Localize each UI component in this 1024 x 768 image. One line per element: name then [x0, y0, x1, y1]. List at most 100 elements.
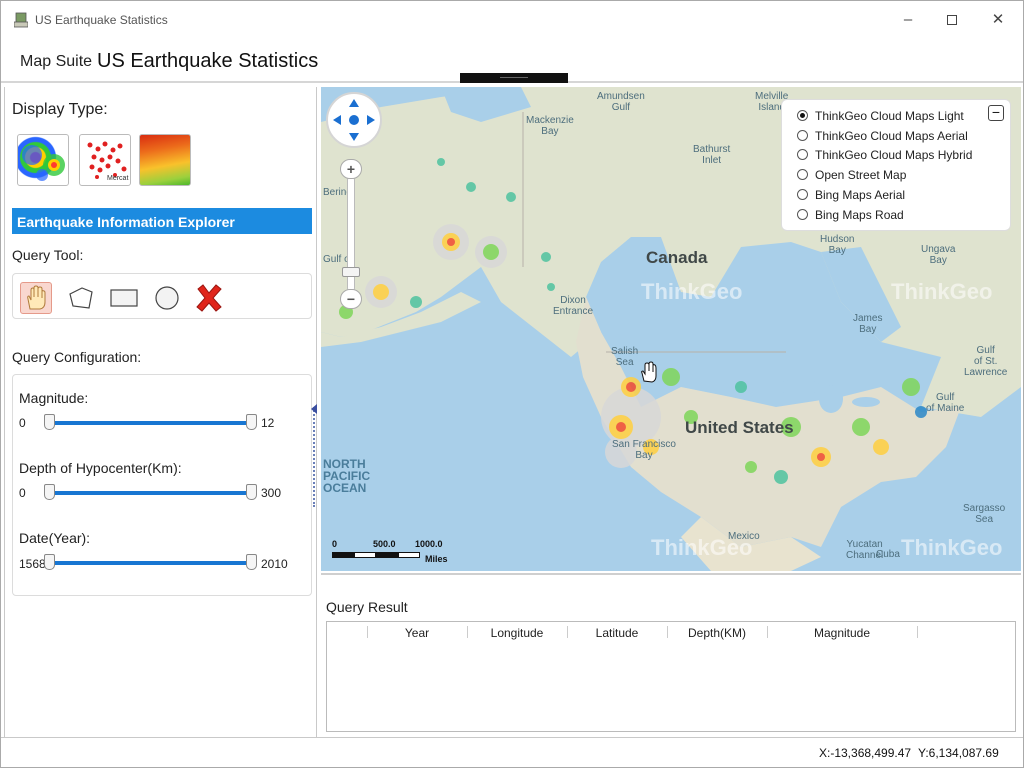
map-label-ungava: Ungava Bay	[921, 244, 956, 266]
collapse-arrow-icon[interactable]	[311, 404, 317, 414]
column-header-year[interactable]: Year	[367, 626, 467, 640]
map-label-us: United States	[685, 418, 794, 437]
map-label-james: James Bay	[853, 313, 883, 335]
zoom-handle[interactable]	[342, 267, 360, 277]
column-header-longitude[interactable]: Longitude	[467, 626, 567, 640]
scale-zero: 0	[332, 539, 338, 549]
header-prefix: Map Suite	[20, 53, 93, 70]
date-slider-track[interactable]	[49, 561, 255, 565]
date-min-handle[interactable]	[44, 554, 55, 570]
map-label-cuba: Cuba	[876, 549, 900, 560]
map-label-canada: Canada	[646, 248, 708, 267]
watermark-thinkgeo: ThinkGeo	[891, 279, 993, 304]
radio-icon[interactable]	[797, 189, 808, 200]
map-label-sf: San Francisco Bay	[612, 439, 676, 461]
layer-option-osm[interactable]: Open Street Map	[797, 168, 906, 182]
layer-option-bing-road[interactable]: Bing Maps Road	[797, 208, 904, 222]
watermark-thinkgeo: ThinkGeo	[651, 535, 753, 560]
display-type-label: Display Type:	[12, 101, 108, 118]
explorer-title-bar: Earthquake Information Explorer	[12, 208, 312, 234]
depth-label: Depth of Hypocenter(Km):	[19, 460, 182, 476]
query-result-title: Query Result	[326, 599, 408, 615]
date-max-handle[interactable]	[246, 554, 257, 570]
map-label-amundsen: Amundsen Gulf	[597, 91, 645, 113]
page-title: US Earthquake Statistics	[97, 50, 319, 72]
column-separator	[917, 626, 918, 638]
polygon-icon	[69, 287, 93, 309]
map-label-dixon: Dixon Entrance	[553, 295, 594, 317]
zoom-control[interactable]: + −	[340, 159, 362, 311]
radio-icon[interactable]	[797, 169, 808, 180]
map-view[interactable]: Amundsen Gulf Melville Island Mackenzie …	[321, 87, 1021, 571]
pan-control[interactable]	[326, 92, 382, 148]
isoline-map-display-button[interactable]	[139, 134, 191, 186]
watermark-thinkgeo: ThinkGeo	[641, 279, 743, 304]
magnitude-min-handle[interactable]	[44, 414, 55, 430]
magnitude-max-handle[interactable]	[246, 414, 257, 430]
app-icon	[14, 12, 28, 28]
depth-min-value: 0	[19, 486, 26, 500]
y-coordinate: Y:6,134,087.69	[918, 746, 999, 760]
pan-arrows-icon	[330, 96, 378, 144]
header-grip-handle[interactable]	[460, 73, 568, 83]
map-label-sargasso: Sargasso Sea	[963, 503, 1006, 525]
scale-segment	[354, 552, 376, 558]
collapse-layers-button[interactable]: −	[988, 105, 1004, 121]
point-map-caption: Mercat	[107, 175, 129, 182]
radio-icon[interactable]	[797, 110, 808, 121]
map-label-salish: Salish Sea	[611, 346, 639, 368]
layer-option-bing-aerial[interactable]: Bing Maps Aerial	[797, 188, 905, 202]
depth-max-value: 300	[261, 486, 282, 500]
heat-map-thumbnail-icon	[22, 145, 65, 181]
zoom-in-button[interactable]: +	[340, 159, 362, 179]
query-toolbar	[12, 273, 312, 319]
column-header-latitude[interactable]: Latitude	[567, 626, 667, 640]
map-label-bathurst: Bathurst Inlet	[693, 144, 731, 166]
magnitude-slider-track[interactable]	[49, 421, 255, 425]
maximize-button[interactable]	[937, 7, 967, 33]
depth-slider-track[interactable]	[49, 491, 255, 495]
polygon-tool-button[interactable]	[65, 282, 97, 314]
map-label-gulf-maine: Gulf of Maine	[926, 392, 965, 414]
radio-icon[interactable]	[797, 149, 808, 160]
column-header-magnitude[interactable]: Magnitude	[767, 626, 917, 640]
minimize-button[interactable]: –	[893, 7, 923, 33]
pan-tool-button[interactable]	[20, 282, 52, 314]
x-coordinate: X:-13,368,499.47	[819, 746, 912, 760]
zoom-out-button[interactable]: −	[340, 289, 362, 309]
map-label-mackenzie: Mackenzie Bay	[526, 115, 574, 137]
layer-option-light[interactable]: ThinkGeo Cloud Maps Light	[797, 109, 964, 123]
close-button[interactable]: ✕	[983, 7, 1013, 33]
scale-segment	[332, 552, 354, 558]
clear-tool-button[interactable]	[193, 282, 225, 314]
maximize-icon	[947, 15, 957, 26]
point-map-display-button[interactable]: Mercat	[79, 134, 131, 186]
depth-min-handle[interactable]	[44, 484, 55, 500]
query-result-panel: Query Result Year Longitude Latitude Dep…	[321, 573, 1021, 737]
app-window: US Earthquake Statistics – ✕ Map Suite U…	[0, 0, 1024, 768]
red-x-icon	[196, 284, 222, 312]
results-table[interactable]: Year Longitude Latitude Depth(KM) Magnit…	[326, 621, 1016, 732]
circle-icon	[155, 286, 179, 310]
column-header-depth[interactable]: Depth(KM)	[667, 626, 767, 640]
panel-splitter[interactable]	[313, 407, 316, 507]
layer-option-hybrid[interactable]: ThinkGeo Cloud Maps Hybrid	[797, 148, 972, 162]
depth-max-handle[interactable]	[246, 484, 257, 500]
scale-bar: 0 500.0 1000.0 Miles	[330, 539, 450, 565]
hand-cursor-icon	[641, 361, 657, 383]
query-config-label: Query Configuration:	[12, 349, 142, 365]
date-label: Date(Year):	[19, 530, 91, 546]
status-bar: X:-13,368,499.47 Y:6,134,087.69	[1, 737, 1023, 767]
map-label-ocean: NORTH PACIFIC OCEAN	[323, 457, 371, 495]
scale-segment	[376, 552, 398, 558]
left-panel: Display Type: Mercat Earthquake Informat…	[4, 87, 317, 737]
app-header: Map Suite US Earthquake Statistics	[1, 39, 1023, 83]
rectangle-tool-button[interactable]	[108, 282, 140, 314]
heat-map-display-button[interactable]	[17, 134, 69, 186]
circle-tool-button[interactable]	[151, 282, 183, 314]
map-label-gulf-st: Gulf of St. Lawrence	[964, 345, 1008, 378]
radio-icon[interactable]	[797, 209, 808, 220]
radio-icon[interactable]	[797, 130, 808, 141]
layer-option-aerial[interactable]: ThinkGeo Cloud Maps Aerial	[797, 129, 968, 143]
scale-mid: 500.0	[373, 539, 396, 549]
